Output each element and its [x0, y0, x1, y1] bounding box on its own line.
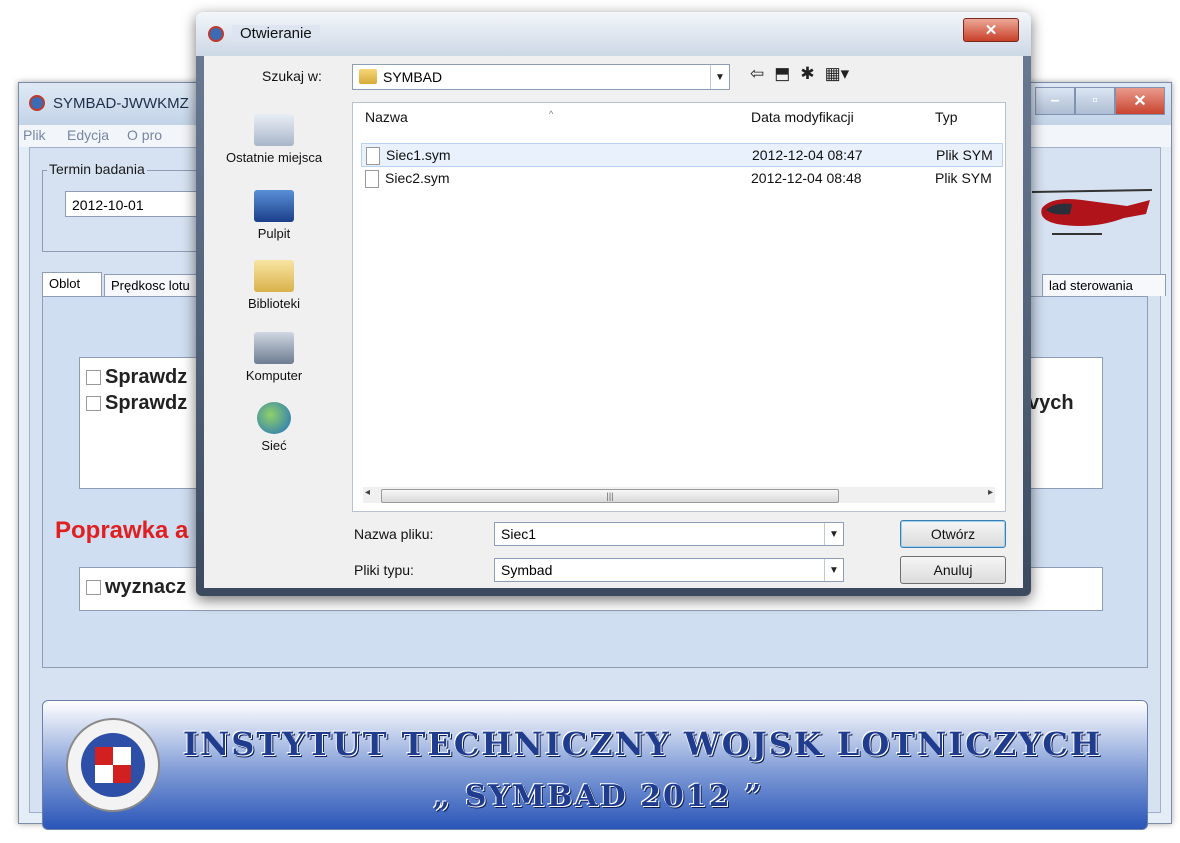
- scroll-thumb[interactable]: |||: [381, 489, 839, 503]
- network-globe-icon: [257, 402, 291, 434]
- new-folder-icon[interactable]: ✱: [800, 64, 814, 84]
- menu-o-programie[interactable]: O pro: [127, 127, 162, 143]
- lookin-label: Szukaj w:: [262, 68, 322, 84]
- place-network[interactable]: Sieć: [204, 402, 344, 453]
- helicopter-image: [1032, 189, 1152, 235]
- sort-arrow-icon: ^: [549, 109, 554, 119]
- lookin-value: SYMBAD: [383, 69, 443, 85]
- menu-edycja[interactable]: Edycja: [67, 127, 109, 143]
- filetype-select[interactable]: Symbad ▼: [494, 558, 844, 582]
- checkbox-icon[interactable]: [86, 396, 101, 411]
- dialog-titlebar: [196, 12, 1031, 56]
- cancel-button[interactable]: Anuluj: [900, 556, 1006, 584]
- main-window-title: SYMBAD-JWWKMZ: [53, 95, 189, 112]
- column-name[interactable]: Nazwa: [365, 109, 408, 125]
- poprawka-heading: Poprawka a: [55, 517, 189, 544]
- close-button[interactable]: ✕: [1115, 87, 1165, 115]
- file-row[interactable]: Siec2.sym 2012-12-04 08:48 Plik SYM: [361, 167, 1001, 189]
- file-name: Siec1.sym: [386, 147, 451, 163]
- desktop-icon: [254, 190, 294, 222]
- check-item-wyznacz[interactable]: wyznacz: [86, 576, 186, 599]
- maximize-button[interactable]: ▫: [1075, 87, 1115, 115]
- tab-uklad-sterowania[interactable]: lad sterowania: [1042, 274, 1166, 296]
- institute-banner: INSTYTUT TECHNICZNY WOJSK LOTNICZYCH „ S…: [42, 700, 1148, 830]
- file-type: Plik SYM: [935, 170, 992, 186]
- date-field[interactable]: 2012-10-01: [65, 191, 215, 217]
- back-arrow-icon[interactable]: ⇦: [750, 64, 764, 84]
- folder-icon: [359, 69, 377, 84]
- places-bar: Ostatnie miejsca Pulpit Biblioteki Kompu…: [204, 102, 344, 512]
- file-list[interactable]: Nazwa ^ Data modyfikacji Typ Siec1.sym 2…: [352, 102, 1006, 512]
- computer-icon: [254, 332, 294, 364]
- minimize-button[interactable]: –: [1035, 87, 1075, 115]
- menu-plik[interactable]: Plik: [23, 127, 46, 143]
- tab-oblot[interactable]: Oblot: [42, 272, 102, 296]
- place-label: Komputer: [245, 368, 303, 383]
- place-label: Sieć: [261, 438, 287, 453]
- banner-subtitle: „ SYMBAD 2012 ”: [433, 779, 764, 814]
- termin-label: Termin badania: [47, 161, 147, 177]
- up-folder-icon[interactable]: ⬒: [774, 64, 790, 84]
- check-item-label: Sprawdz: [105, 366, 188, 388]
- view-menu-icon[interactable]: ▦▾: [825, 64, 850, 84]
- filetype-label: Pliki typu:: [354, 562, 414, 578]
- dialog-body: Szukaj w: SYMBAD ▼ ⇦ ⬒ ✱ ▦▾ Ostatnie mie…: [204, 56, 1023, 588]
- recent-places-icon: [254, 114, 294, 146]
- place-desktop[interactable]: Pulpit: [204, 190, 344, 241]
- close-icon[interactable]: ✕: [963, 18, 1019, 42]
- chevron-down-icon[interactable]: ▼: [824, 523, 843, 545]
- file-name: Siec2.sym: [385, 170, 450, 186]
- column-date[interactable]: Data modyfikacji: [751, 109, 854, 125]
- scroll-left-icon[interactable]: ◂: [365, 487, 370, 498]
- place-recent[interactable]: Ostatnie miejsca: [204, 114, 344, 165]
- file-date: 2012-12-04 08:48: [751, 170, 862, 186]
- place-computer[interactable]: Komputer: [204, 332, 344, 383]
- check-item-label: Sprawdz: [105, 392, 188, 414]
- file-type: Plik SYM: [936, 147, 993, 163]
- column-type[interactable]: Typ: [935, 109, 958, 125]
- window-controls: – ▫ ✕: [1035, 87, 1165, 115]
- place-label: Biblioteki: [247, 296, 301, 311]
- chevron-down-icon[interactable]: ▼: [710, 65, 729, 89]
- filename-label: Nazwa pliku:: [354, 526, 434, 542]
- checkbox-icon[interactable]: [86, 370, 101, 385]
- scroll-right-icon[interactable]: ▸: [988, 487, 993, 498]
- check-item-2[interactable]: Sprawdz: [86, 392, 187, 415]
- app-icon: [29, 95, 45, 111]
- file-row[interactable]: Siec1.sym 2012-12-04 08:47 Plik SYM: [361, 143, 1003, 167]
- filetype-value: Symbad: [501, 562, 553, 578]
- libraries-icon: [254, 260, 294, 292]
- check-item-label: wyznacz: [105, 576, 187, 598]
- filename-input[interactable]: Siec1 ▼: [494, 522, 844, 546]
- lookin-combo[interactable]: SYMBAD ▼: [352, 64, 730, 90]
- check-item-2-tail: vych: [1028, 392, 1074, 414]
- filename-value: Siec1: [501, 526, 537, 542]
- place-label: Ostatnie miejsca: [225, 150, 323, 165]
- file-icon: [365, 170, 379, 188]
- horizontal-scrollbar[interactable]: ◂ ||| ▸: [363, 487, 995, 503]
- banner-title: INSTYTUT TECHNICZNY WOJSK LOTNICZYCH: [183, 725, 1103, 763]
- place-libraries[interactable]: Biblioteki: [204, 260, 344, 311]
- file-icon: [366, 147, 380, 165]
- open-button[interactable]: Otwórz: [900, 520, 1006, 548]
- checkbox-icon[interactable]: [86, 580, 101, 595]
- open-dialog: Otwieranie ✕ Szukaj w: SYMBAD ▼ ⇦ ⬒ ✱ ▦▾…: [196, 12, 1031, 596]
- chevron-down-icon[interactable]: ▼: [824, 559, 843, 581]
- tab-predkosc-lotu[interactable]: Prędkosc lotu: [104, 274, 210, 296]
- dialog-toolbar: ⇦ ⬒ ✱ ▦▾: [750, 64, 849, 84]
- dialog-title: Otwieranie: [232, 25, 320, 42]
- institute-logo: [66, 718, 160, 812]
- check-item-1[interactable]: Sprawdz: [86, 366, 187, 389]
- dialog-app-icon: [208, 26, 224, 42]
- file-date: 2012-12-04 08:47: [752, 147, 863, 163]
- place-label: Pulpit: [257, 226, 291, 241]
